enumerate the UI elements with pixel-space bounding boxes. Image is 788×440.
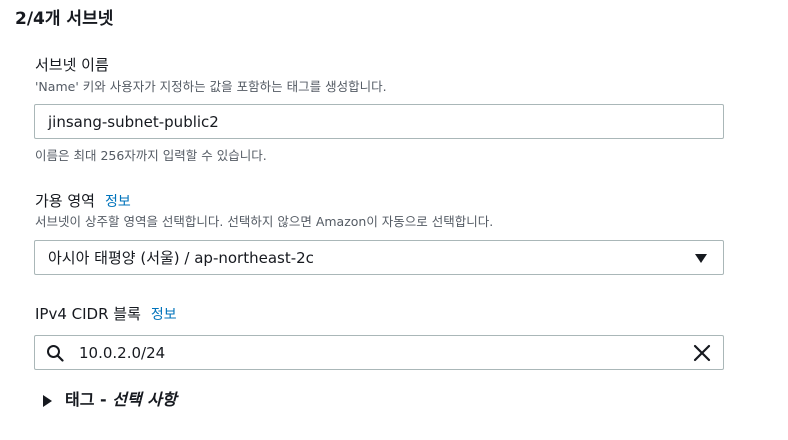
search-icon xyxy=(47,345,64,362)
availability-zone-selected-value: 아시아 태평양 (서울) / ap-northeast-2c xyxy=(48,249,314,267)
availability-zone-label: 가용 영역 xyxy=(35,192,95,210)
ipv4-cidr-label-row: IPv4 CIDR 블록 정보 xyxy=(35,304,177,325)
availability-zone-select[interactable]: 아시아 태평양 (서울) / ap-northeast-2c xyxy=(34,240,724,275)
availability-zone-label-row: 가용 영역 정보 xyxy=(35,191,131,212)
availability-zone-info-link[interactable]: 정보 xyxy=(105,194,131,210)
ipv4-cidr-value: 10.0.2.0/24 xyxy=(79,344,166,362)
tags-section-label: 태그 - xyxy=(65,390,113,409)
step-title: 2/4개 서브넷 xyxy=(15,9,114,29)
ipv4-cidr-info-link[interactable]: 정보 xyxy=(151,307,177,323)
subnet-name-value: jinsang-subnet-public2 xyxy=(48,113,219,131)
tags-section-label-row: 태그 - 선택 사항 xyxy=(65,389,177,411)
caret-right-icon xyxy=(43,395,52,407)
ipv4-cidr-label: IPv4 CIDR 블록 xyxy=(35,305,141,323)
clear-icon[interactable] xyxy=(693,344,711,362)
subnet-name-description: 'Name' 키와 사용자가 지정하는 값을 포함하는 태그를 생성합니다. xyxy=(35,79,387,94)
subnet-name-label: 서브넷 이름 xyxy=(35,56,109,74)
tags-section-optional: 선택 사항 xyxy=(112,390,177,409)
availability-zone-description: 서브넷이 상주할 영역을 선택합니다. 선택하지 않으면 Amazon이 자동으… xyxy=(35,214,494,229)
ipv4-cidr-input[interactable]: 10.0.2.0/24 xyxy=(34,335,724,370)
subnet-name-hint: 이름은 최대 256자까지 입력할 수 있습니다. xyxy=(35,148,267,163)
caret-down-icon xyxy=(695,254,707,263)
subnet-name-input[interactable]: jinsang-subnet-public2 xyxy=(34,104,724,139)
